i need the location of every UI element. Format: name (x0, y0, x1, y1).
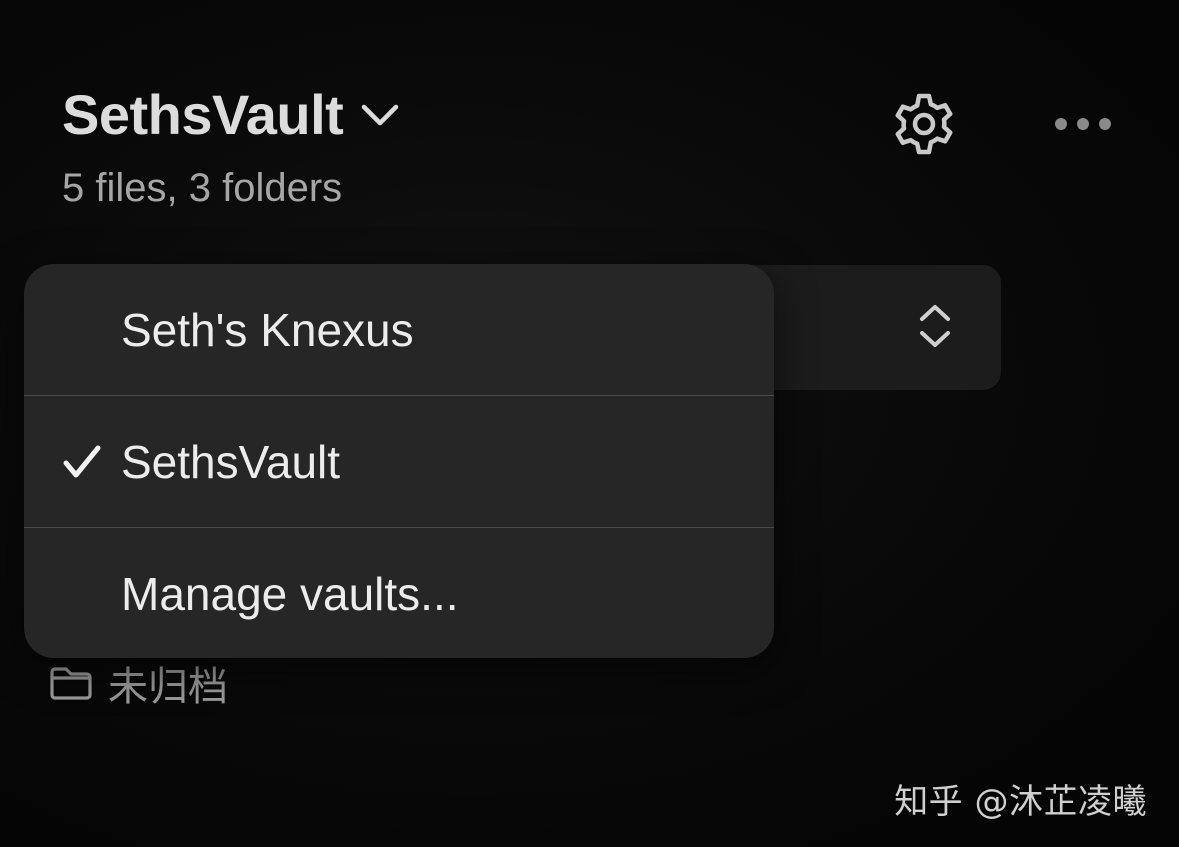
watermark: 知乎 @沐芷凌曦 (894, 782, 1147, 822)
sort-order-toggle[interactable] (913, 301, 957, 355)
menu-item-manage-vaults[interactable]: Manage vaults... (24, 527, 774, 658)
gear-icon (892, 92, 956, 161)
vault-screen: SethsVault 5 files, 3 folders 未归档 Seth's… (0, 0, 1179, 847)
menu-item-label: Seth's Knexus (121, 303, 414, 356)
vault-menu: Seth's Knexus SethsVault Manage vaults..… (24, 264, 774, 658)
folder-label: 未归档 (108, 664, 228, 710)
vault-title: SethsVault (62, 83, 344, 146)
menu-item-sethsvault[interactable]: SethsVault (24, 395, 774, 527)
folder-icon (48, 663, 96, 703)
chevron-up-down-icon (918, 303, 952, 354)
chevron-down-icon (361, 103, 399, 127)
settings-button[interactable] (890, 92, 958, 160)
menu-item-seths-knexus[interactable]: Seth's Knexus (24, 264, 774, 395)
menu-item-label: Manage vaults... (121, 567, 459, 620)
more-options-button[interactable] (1050, 108, 1116, 144)
menu-item-label: SethsVault (121, 435, 341, 488)
vault-switcher[interactable]: SethsVault (62, 82, 399, 148)
checkmark-icon (60, 396, 104, 527)
ellipsis-icon (1053, 116, 1113, 137)
folder-item[interactable]: 未归档 (48, 655, 228, 711)
vault-summary: 5 files, 3 folders (62, 166, 343, 210)
